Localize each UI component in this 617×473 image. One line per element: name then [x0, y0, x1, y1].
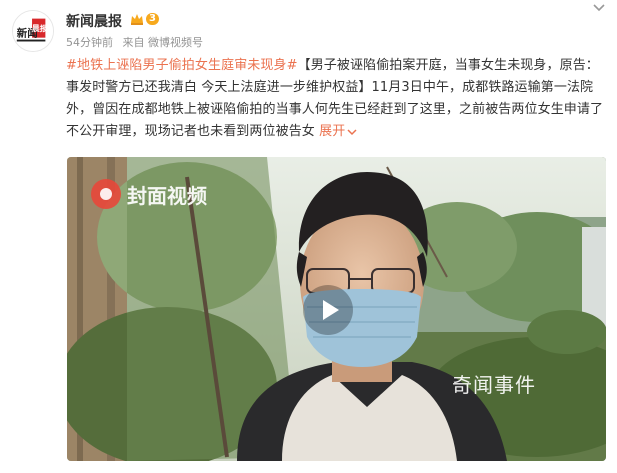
post-text: #地铁上诬陷男子偷拍女生庭审未现身#【男子被诬陷偷拍案开庭，当事女生未现身，原告… [66, 55, 606, 143]
video-watermark-logo: 封面视频 [89, 177, 207, 211]
play-button[interactable] [303, 285, 353, 335]
avatar[interactable]: 新闻 晨报 [12, 10, 54, 52]
expand-label: 展开 [319, 124, 346, 139]
chevron-down-icon[interactable] [591, 2, 607, 14]
avatar-text-2: 晨报 [32, 23, 48, 33]
fengmian-logo-icon [91, 179, 121, 209]
video-watermark-2: 奇闻事件 [452, 373, 536, 397]
expand-chevron-icon [347, 128, 357, 135]
play-icon [323, 300, 339, 320]
level-badge: 3 [146, 13, 159, 25]
expand-link[interactable]: 展开 [319, 124, 357, 139]
author-badges: 3 [130, 12, 159, 26]
post-meta: 54分钟前 来自 微博视频号 [66, 34, 209, 50]
avatar-logo-icon: 新闻 晨报 [13, 11, 53, 51]
video-watermark-1: 封面视频 [127, 183, 207, 208]
post-time[interactable]: 54分钟前 [66, 36, 113, 49]
post-source: 来自 微博视频号 [122, 36, 204, 49]
crown-icon [131, 14, 143, 25]
author-name[interactable]: 新闻晨报 [66, 11, 122, 31]
topic-link[interactable]: #地铁上诬陷男子偷拍女生庭审未现身# [66, 58, 298, 73]
video-player[interactable]: 封面视频 奇闻事件 [67, 157, 606, 461]
